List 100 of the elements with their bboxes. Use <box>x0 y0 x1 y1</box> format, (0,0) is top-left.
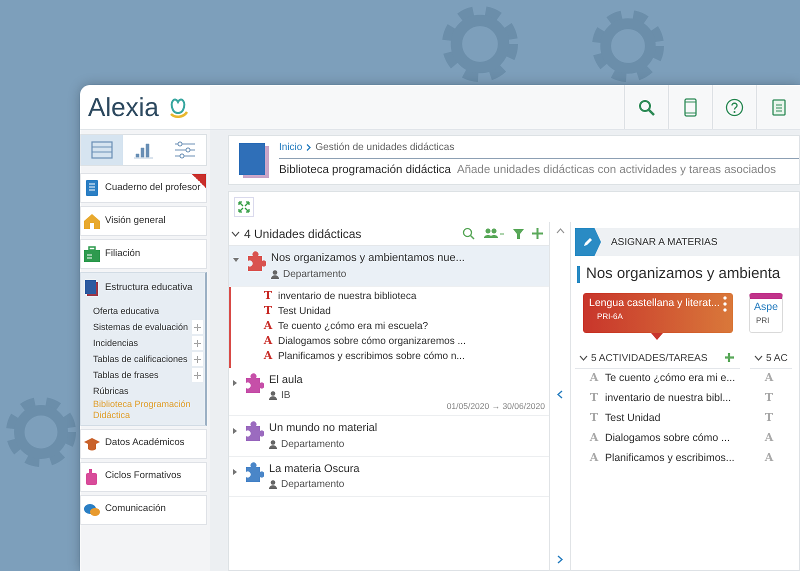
plus-icon <box>194 340 201 346</box>
submenu-item[interactable]: Oferta educativa <box>93 306 160 316</box>
breadcrumb-link[interactable]: Inicio <box>279 140 302 156</box>
caret-down-icon[interactable] <box>233 258 239 262</box>
expand-button[interactable] <box>192 320 203 334</box>
unit-row[interactable]: El aula IB 01/05/2020 → 30/06/2020 <box>229 368 549 416</box>
expand-button[interactable] <box>234 197 254 217</box>
type-marker: A <box>263 348 273 364</box>
chevron-up-icon[interactable] <box>556 228 564 234</box>
submenu-item[interactable]: Sistemas de evaluación <box>93 322 188 332</box>
caret-right-icon[interactable] <box>233 468 237 474</box>
unit-owner: Departamento <box>281 478 344 492</box>
activity-title[interactable]: Te cuento ¿cómo era mi escuela? <box>278 318 428 334</box>
expand-button[interactable] <box>192 368 203 382</box>
search-icon[interactable] <box>462 227 475 240</box>
expand-button[interactable] <box>192 336 203 350</box>
type-marker: A <box>764 430 774 446</box>
sidebar-item[interactable]: Comunicación <box>80 494 207 525</box>
gear-icon <box>590 8 666 84</box>
chevron-left-icon[interactable] <box>557 390 563 399</box>
unit-title: Nos organizamos y ambientamos nue... <box>271 251 465 266</box>
column-heading: 5 AC <box>766 352 788 366</box>
unit-owner: IB <box>281 389 290 403</box>
type-marker: T <box>764 410 774 426</box>
unit-title: Un mundo no material <box>269 421 378 436</box>
submenu-item[interactable]: Tablas de frases <box>93 370 159 380</box>
plus-icon <box>194 324 201 330</box>
sidebar-item[interactable]: Visión general <box>80 206 207 236</box>
edit-button[interactable] <box>575 228 601 256</box>
type-marker: A <box>764 370 774 386</box>
briefcase-icon <box>83 245 101 263</box>
caret-right-icon[interactable] <box>233 380 237 386</box>
type-marker: T <box>263 302 273 319</box>
plus-icon <box>194 356 201 362</box>
subject-code: PRI-6A <box>596 311 624 324</box>
unit-row[interactable]: Nos organizamos y ambientamos nue... Departamento <box>229 246 549 286</box>
notebook-icon <box>83 179 101 197</box>
page-title: Biblioteca programación didáctica <box>279 164 451 176</box>
type-marker: T <box>589 390 599 406</box>
book-icon <box>83 279 101 297</box>
sidebar-item[interactable]: Ciclos Formativos <box>80 462 207 492</box>
plus-icon <box>194 372 201 378</box>
expand-button[interactable] <box>192 352 203 366</box>
caret-right-icon[interactable] <box>233 428 237 434</box>
more-icon[interactable] <box>723 296 727 312</box>
activity-title[interactable]: inventario de nuestra bibl... <box>605 390 732 406</box>
selection-pointer-icon <box>651 332 663 340</box>
submenu-item[interactable]: Incidencias <box>93 338 138 348</box>
subject-code: PRI <box>755 315 770 328</box>
chevron-down-icon[interactable] <box>754 355 763 361</box>
sidebar-item[interactable]: Filiación <box>80 239 207 269</box>
chevron-down-icon[interactable] <box>579 355 588 361</box>
view-tab[interactable] <box>81 135 123 165</box>
sidebar-item[interactable]: Estructura educativa <box>81 273 205 303</box>
date-range: 01/05/2020 → 30/06/2020 <box>446 400 545 413</box>
unit-owner: Departamento <box>281 438 344 452</box>
activity-title[interactable]: Test Unidad <box>605 410 660 426</box>
unit-heading: Nos organizamos y ambienta <box>577 266 780 282</box>
type-marker: T <box>764 390 774 406</box>
activity-title[interactable]: Dialogamos sobre cómo organizaremos ... <box>278 334 466 348</box>
type-marker: A <box>764 450 774 466</box>
add-icon[interactable] <box>724 352 736 364</box>
subject-card[interactable]: Aspe PRI <box>749 292 783 332</box>
gear-icon <box>440 4 520 84</box>
activity-title[interactable]: Planificamos y escribimos sobre cómo n... <box>278 348 465 364</box>
users-icon[interactable] <box>483 227 505 240</box>
filter-icon[interactable] <box>513 228 524 240</box>
submenu-item[interactable]: Tablas de calificaciones <box>93 354 188 364</box>
type-marker: A <box>589 370 599 386</box>
type-marker: A <box>263 332 273 349</box>
activity-title[interactable]: Dialogamos sobre cómo ... <box>605 430 730 446</box>
unit-title: La materia Oscura <box>269 462 360 476</box>
activity-title[interactable]: Te cuento ¿cómo era mi e... <box>605 370 736 386</box>
type-marker: A <box>589 450 599 466</box>
sidebar-item[interactable]: Cuaderno del profesor <box>80 173 207 203</box>
subject-name: Aspe <box>754 300 778 314</box>
type-marker: T <box>589 410 599 426</box>
pencil-icon <box>583 237 593 247</box>
list-view-icon <box>88 139 115 161</box>
unit-owner: Departamento <box>283 268 346 282</box>
subject-name: Lengua castellana y literat... <box>589 296 720 310</box>
sidebar-item[interactable]: Datos Académicos <box>80 428 207 459</box>
user-icon <box>269 480 277 489</box>
type-marker: T <box>263 288 273 304</box>
chevron-down-icon[interactable] <box>231 230 240 236</box>
activity-title[interactable]: Planificamos y escribimos... <box>605 450 735 466</box>
submenu-item[interactable]: Rúbricas <box>93 386 129 396</box>
type-marker: A <box>589 430 599 446</box>
subject-card[interactable]: Lengua castellana y literat... PRI-6A <box>583 292 733 332</box>
type-marker: A <box>263 318 273 334</box>
chevron-right-icon[interactable] <box>557 555 563 564</box>
units-heading: 4 Unidades didácticas <box>244 226 362 242</box>
user-icon <box>271 270 279 278</box>
unit-row[interactable]: Un mundo no material Departamento <box>229 416 549 456</box>
activity-title[interactable]: inventario de nuestra biblioteca <box>278 288 416 304</box>
help-icon <box>725 98 744 116</box>
expand-icon <box>238 201 250 213</box>
unit-row[interactable]: La materia Oscura Departamento <box>229 456 549 497</box>
activity-title[interactable]: Test Unidad <box>278 304 331 318</box>
add-icon[interactable] <box>532 228 543 239</box>
